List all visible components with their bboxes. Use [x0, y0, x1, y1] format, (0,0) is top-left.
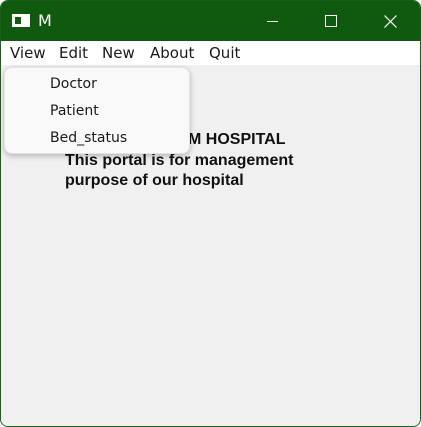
hospital-name-text: M HOSPITAL	[188, 131, 286, 148]
view-dropdown-menu: Doctor Patient Bed_status	[4, 67, 190, 154]
menu-view[interactable]: View	[10, 44, 46, 62]
close-icon	[383, 14, 397, 28]
portal-description-line2: purpose of our hospital	[65, 172, 244, 189]
menu-item-bed-status[interactable]: Bed_status	[50, 129, 127, 147]
close-button[interactable]	[367, 1, 413, 41]
menu-bar: View Edit New About Quit	[1, 41, 420, 65]
minimize-button[interactable]	[249, 1, 295, 41]
menu-about[interactable]: About	[150, 44, 194, 62]
menu-item-doctor[interactable]: Doctor	[50, 75, 97, 93]
title-bar: M	[1, 1, 420, 41]
app-window: M View Edit New About Quit M HOSPITAL Th…	[0, 0, 421, 427]
maximize-icon	[325, 15, 337, 27]
menu-quit[interactable]: Quit	[209, 44, 240, 62]
window-title: M	[38, 11, 52, 30]
portal-description-line1: This portal is for management	[65, 152, 294, 169]
menu-edit[interactable]: Edit	[59, 44, 88, 62]
menu-item-patient[interactable]: Patient	[50, 102, 99, 120]
menu-new[interactable]: New	[102, 44, 135, 62]
minimize-icon	[266, 20, 278, 22]
window-icon	[12, 14, 30, 27]
maximize-button[interactable]	[308, 1, 354, 41]
